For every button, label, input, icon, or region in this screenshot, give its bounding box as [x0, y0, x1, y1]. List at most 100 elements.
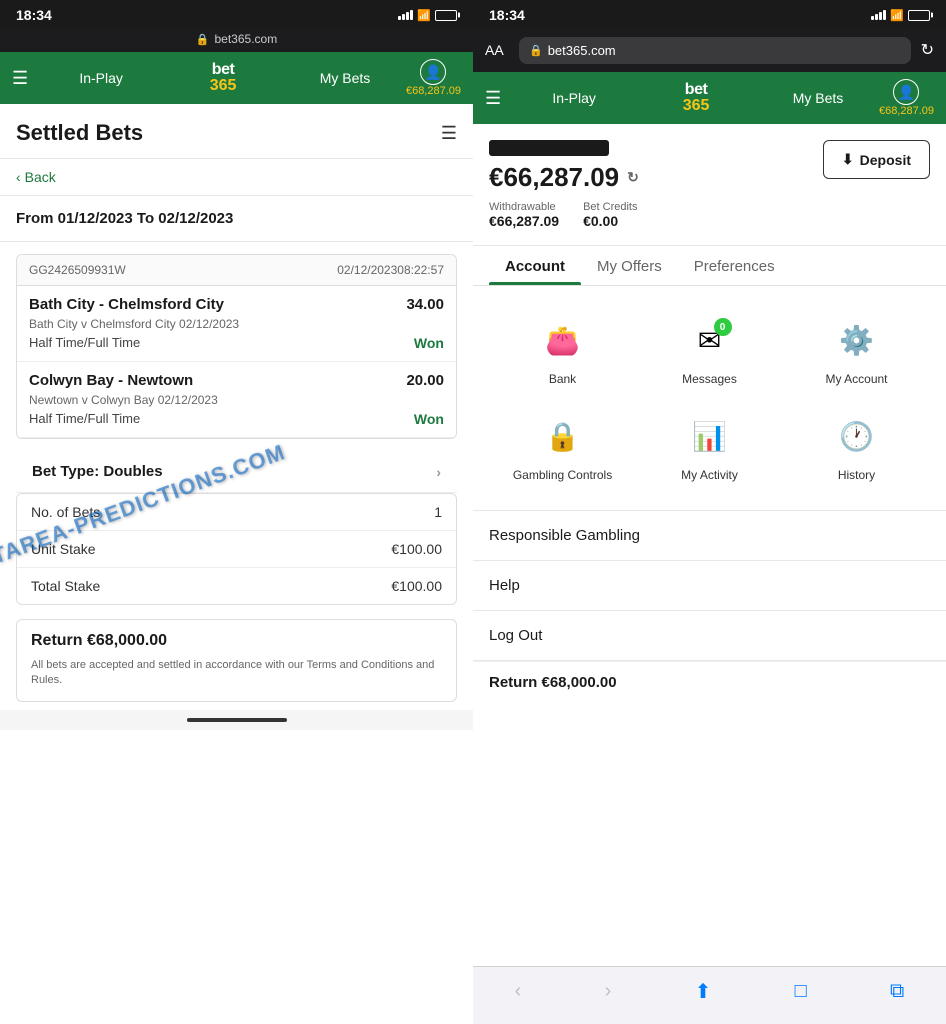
- return-section: Return €68,000.00 All bets are accepted …: [16, 619, 457, 702]
- browser-forward-button[interactable]: ›: [593, 976, 624, 1007]
- menu-item-my-account[interactable]: ⚙️ My Account: [783, 302, 930, 398]
- menu-item-my-activity[interactable]: 📊 My Activity: [636, 398, 783, 494]
- bet-credits-label: Bet Credits: [583, 201, 637, 213]
- date-range-label: From 01/12/2023 To 02/12/2023: [0, 196, 473, 242]
- deposit-button[interactable]: ⬇ Deposit: [823, 140, 930, 179]
- menu-item-history[interactable]: 🕐 History: [783, 398, 930, 494]
- menu-item-messages[interactable]: ✉ 0 Messages: [636, 302, 783, 398]
- gambling-label: Gambling Controls: [513, 468, 612, 482]
- list-item-log-out[interactable]: Log Out: [473, 611, 946, 661]
- right-status-icons: 📶: [871, 9, 930, 22]
- stat-row-0: No. of Bets 1: [17, 494, 456, 531]
- bet-stats-section: No. of Bets 1 Unit Stake €100.00 Total S…: [16, 493, 457, 605]
- tab-account[interactable]: Account: [489, 246, 581, 285]
- signal-icon: [398, 10, 413, 20]
- list-item-help[interactable]: Help: [473, 561, 946, 611]
- menu-item-bank[interactable]: 👛 Bank: [489, 302, 636, 398]
- main-balance-value: €66,287.09: [489, 162, 619, 193]
- url-bar[interactable]: 🔒 bet365.com: [519, 37, 911, 64]
- main-balance: €66,287.09 ↻: [489, 162, 639, 193]
- browser-back-button[interactable]: ‹: [503, 976, 534, 1007]
- browser-share-button[interactable]: ⬆: [683, 975, 724, 1008]
- right-my-bets[interactable]: My Bets: [757, 90, 879, 106]
- battery-icon: [435, 10, 457, 21]
- history-icon-wrap: 🕐: [831, 410, 883, 462]
- gambling-icon-wrap: 🔒: [537, 410, 589, 462]
- my-activity-label: My Activity: [681, 468, 738, 482]
- bet-market-2: Half Time/Full Time Won: [29, 411, 444, 427]
- bet-match-2: Colwyn Bay - Newtown: [29, 372, 193, 389]
- my-account-icon: ⚙️: [839, 324, 874, 357]
- right-in-play[interactable]: In-Play: [513, 90, 635, 106]
- left-time: 18:34: [16, 7, 52, 23]
- bet-result-2: Won: [414, 411, 444, 427]
- left-status-bar: 18:34 📶: [0, 0, 473, 28]
- bet-date: 02/12/202308:22:57: [337, 263, 444, 277]
- left-avatar: 👤: [420, 59, 446, 85]
- right-logo[interactable]: bet 365: [635, 82, 757, 114]
- tab-my-offers[interactable]: My Offers: [581, 246, 678, 285]
- bank-label: Bank: [549, 372, 576, 386]
- right-signal-icon: [871, 10, 886, 20]
- my-account-label: My Account: [825, 372, 887, 386]
- back-button[interactable]: ‹ Back: [0, 159, 473, 196]
- list-item-responsible-gambling[interactable]: Responsible Gambling: [473, 511, 946, 561]
- stat-value-0: 1: [434, 504, 442, 520]
- left-my-bets[interactable]: My Bets: [284, 70, 406, 86]
- browser-bookmarks-button[interactable]: □: [783, 976, 819, 1007]
- left-nav-bar: ☰ In-Play bet 365 My Bets 👤 €68,287.09: [0, 52, 473, 104]
- account-list: Responsible Gambling Help Log Out: [473, 511, 946, 661]
- bet-type-label: Bet Type: Doubles: [32, 463, 163, 480]
- masked-username: [489, 140, 609, 156]
- stat-row-2: Total Stake €100.00: [17, 568, 456, 604]
- bet-odds-2: 20.00: [406, 372, 444, 389]
- back-chevron-icon: ‹: [16, 169, 21, 185]
- bet-type-chevron-icon: ›: [436, 464, 441, 480]
- stat-label-1: Unit Stake: [31, 541, 96, 557]
- left-menu-icon[interactable]: ☰: [12, 68, 28, 89]
- refresh-button[interactable]: ↻: [921, 40, 934, 60]
- right-content-area: €66,287.09 ↻ Withdrawable €66,287.09 Bet…: [473, 124, 946, 966]
- balance-refresh-icon[interactable]: ↻: [627, 169, 639, 186]
- browser-nav-bar: ‹ › ⬆ □ ⧉: [473, 966, 946, 1024]
- aa-button[interactable]: AA: [485, 42, 509, 58]
- bet-credits-item: Bet Credits €0.00: [583, 201, 637, 229]
- deposit-icon: ⬇: [842, 151, 854, 168]
- account-menu-grid: 👛 Bank ✉ 0 Messages ⚙️ My Account: [473, 286, 946, 511]
- bet-ref: GG2426509931W: [29, 263, 126, 277]
- right-avatar: 👤: [893, 79, 919, 105]
- right-status-bar: 18:34 📶: [473, 0, 946, 28]
- menu-item-gambling[interactable]: 🔒 Gambling Controls: [489, 398, 636, 494]
- account-section: €66,287.09 ↻ Withdrawable €66,287.09 Bet…: [473, 124, 946, 246]
- bet-market-label-2: Half Time/Full Time: [29, 411, 140, 427]
- stat-value-1: €100.00: [391, 541, 442, 557]
- left-account-button[interactable]: 👤 €68,287.09: [406, 59, 461, 97]
- browser-tabs-button[interactable]: ⧉: [878, 976, 916, 1007]
- balance-row: €66,287.09 ↻ Withdrawable €66,287.09 Bet…: [489, 162, 639, 229]
- messages-badge: 0: [714, 318, 732, 336]
- return-label: Return €68,000.00: [31, 632, 442, 650]
- messages-icon-wrap: ✉ 0: [684, 314, 736, 366]
- filter-icon[interactable]: ☰: [441, 123, 457, 144]
- left-in-play[interactable]: In-Play: [40, 70, 162, 86]
- left-logo[interactable]: bet 365: [162, 62, 284, 94]
- deposit-label: Deposit: [860, 152, 911, 168]
- tab-preferences[interactable]: Preferences: [678, 246, 791, 285]
- settled-bets-title: Settled Bets: [16, 120, 143, 146]
- stat-label-0: No. of Bets: [31, 504, 100, 520]
- right-account-button[interactable]: 👤 €68,287.09: [879, 79, 934, 117]
- gambling-icon: 🔒: [545, 420, 580, 453]
- right-time: 18:34: [489, 7, 525, 23]
- right-panel: 18:34 📶 AA 🔒 bet365.com ↻ ☰ In-Play bet: [473, 0, 946, 1024]
- bet-sub-1: Bath City v Chelmsford City 02/12/2023: [29, 317, 444, 331]
- bank-icon: 👛: [545, 324, 580, 357]
- bet-title-2: Colwyn Bay - Newtown 20.00: [29, 372, 444, 389]
- bet-credits-value: €0.00: [583, 213, 637, 229]
- sub-balances: Withdrawable €66,287.09 Bet Credits €0.0…: [489, 201, 639, 229]
- bet-type-row[interactable]: Bet Type: Doubles ›: [16, 451, 457, 493]
- stat-row-1: Unit Stake €100.00: [17, 531, 456, 568]
- left-lock-icon: 🔒: [196, 33, 210, 46]
- return-disclaimer: All bets are accepted and settled in acc…: [31, 658, 442, 689]
- my-activity-icon-wrap: 📊: [684, 410, 736, 462]
- right-menu-icon[interactable]: ☰: [485, 88, 501, 109]
